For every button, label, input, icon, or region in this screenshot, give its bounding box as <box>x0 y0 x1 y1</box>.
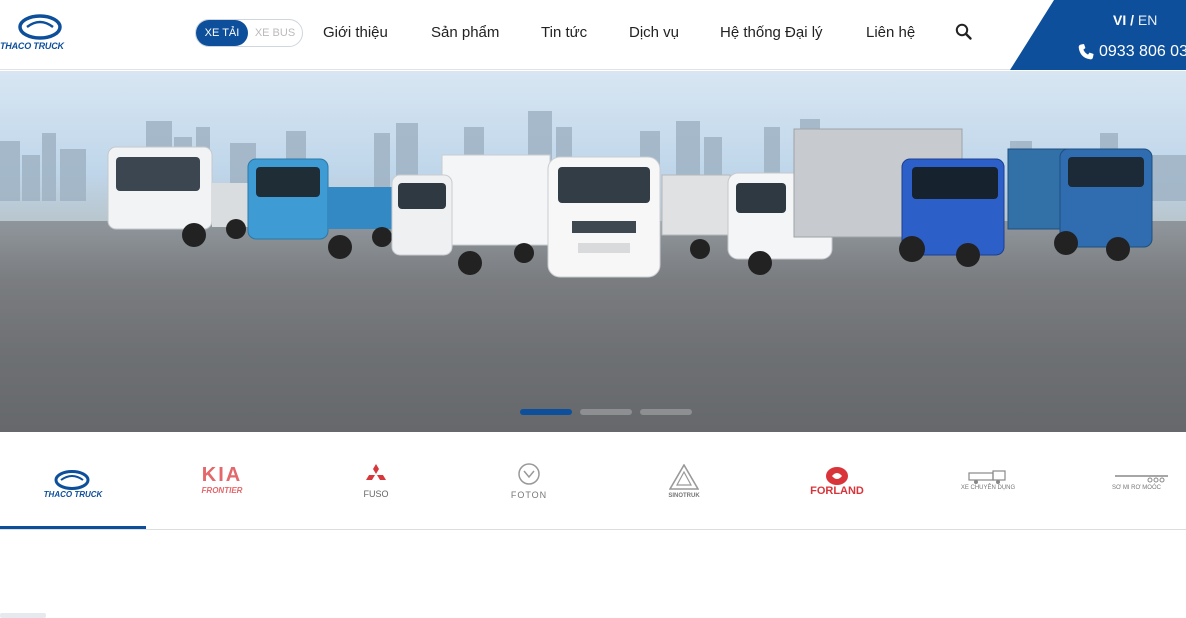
nav-tin-tuc[interactable]: Tin tức <box>541 24 587 41</box>
thaco-logo-icon <box>18 14 62 40</box>
brand-tab-forland[interactable]: FORLAND <box>764 432 910 529</box>
lang-separator: / <box>1130 12 1135 28</box>
slider-dot-2[interactable] <box>580 409 632 415</box>
brand-label-forland: FORLAND <box>810 485 864 497</box>
phone-icon <box>1078 44 1094 60</box>
toggle-xe-tai[interactable]: XE TẢI <box>196 20 248 46</box>
toggle-xe-bus[interactable]: XE BUS <box>248 20 302 46</box>
logo-text: THACO TRUCK <box>0 41 64 51</box>
brand-tab-foton[interactable]: FOTON <box>454 432 604 529</box>
nav-he-thong-dai-ly[interactable]: Hệ thống Đại lý <box>720 24 823 41</box>
hero-banner[interactable] <box>0 71 1186 432</box>
bottom-scroll-indicator <box>0 613 46 618</box>
brand-label-kia: KIA <box>201 464 243 486</box>
brand-tabs: THACO TRUCK KIA FRONTIER FUSO FOTON SINO… <box>0 432 1186 530</box>
brand-label-fuso: FUSO <box>363 489 389 499</box>
slider-dot-3[interactable] <box>640 409 692 415</box>
brand-label-xe-chuyen-dung: XE CHUYÊN DỤNG <box>960 485 1016 491</box>
truck-van-center <box>547 156 661 278</box>
brand-sublabel-kia: FRONTIER <box>201 486 243 495</box>
phone-number: 0933 806 03 <box>1099 43 1186 60</box>
trucks-lineup-image <box>0 111 1186 432</box>
nav-lien-he[interactable]: Liên hệ <box>866 24 915 41</box>
trailer-icon <box>1115 475 1168 483</box>
search-icon[interactable] <box>955 23 973 41</box>
vehicle-type-toggle[interactable]: XE TẢI XE BUS <box>195 19 303 47</box>
brand-tab-sinotruk[interactable]: SINOTRUK <box>604 432 764 529</box>
nav-dich-vu[interactable]: Dịch vụ <box>629 24 679 41</box>
sinotruk-logo-icon <box>669 464 699 490</box>
language-switch: VI / EN <box>1113 12 1157 28</box>
brand-tab-fuso[interactable]: FUSO <box>298 432 454 529</box>
slider-dot-1[interactable] <box>520 409 572 415</box>
brand-tab-kia[interactable]: KIA FRONTIER <box>146 432 298 529</box>
brand-tab-xe-chuyen-dung[interactable]: XE CHUYÊN DỤNG <box>910 432 1066 529</box>
lang-en[interactable]: EN <box>1138 12 1157 28</box>
nav-san-pham[interactable]: Sản phẩm <box>431 24 499 41</box>
brand-tab-so-mi-ro-mooc[interactable]: SƠ MI RƠ MOÓC <box>1066 432 1186 529</box>
brand-label-foton: FOTON <box>510 490 548 500</box>
brand-label-so-mi-ro-mooc: SƠ MI RƠ MOÓC <box>1112 485 1161 491</box>
site-header: THACO TRUCK XE TẢI XE BUS Giới thiệu Sản… <box>0 0 1186 70</box>
thaco-logo[interactable]: THACO TRUCK <box>0 14 86 54</box>
brand-label-sinotruk: SINOTRUK <box>668 493 700 499</box>
mitsubishi-diamonds-icon <box>366 464 386 480</box>
forland-logo-icon <box>826 467 848 485</box>
nav-gioi-thieu[interactable]: Giới thiệu <box>323 24 388 41</box>
special-truck-icon <box>968 470 1006 484</box>
brand-tab-thaco[interactable]: THACO TRUCK <box>0 432 146 529</box>
foton-logo-icon <box>518 463 540 485</box>
lang-vi[interactable]: VI <box>1113 12 1126 28</box>
brand-label-thaco: THACO TRUCK <box>43 490 103 499</box>
thaco-logo-icon <box>54 470 90 490</box>
